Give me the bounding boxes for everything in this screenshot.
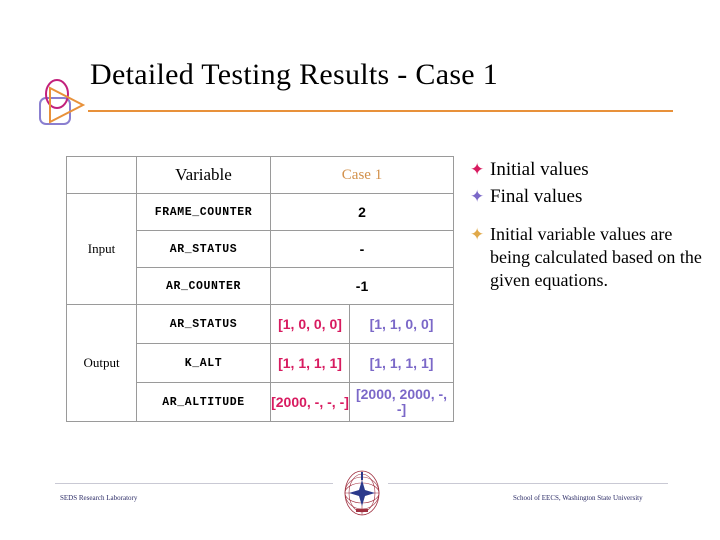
footer-divider-left — [55, 483, 333, 484]
variable-name: AR_STATUS — [136, 304, 271, 344]
variable-name: FRAME_COUNTER — [136, 193, 271, 231]
final-value: [1, 1, 0, 0] — [348, 304, 455, 344]
list-item: ✦ Final values — [470, 185, 705, 210]
variable-name: AR_STATUS — [136, 230, 271, 268]
variable-value: 2 — [269, 193, 455, 231]
final-value: [1, 1, 1, 1] — [348, 343, 455, 383]
title-divider — [88, 110, 673, 112]
footer-right-text: School of EECS, Washington State Univers… — [513, 494, 643, 502]
header-case: Case 1 — [269, 156, 455, 194]
legend-label: Initial values — [490, 159, 589, 180]
testing-results-table: Variable Case 1 Input FRAME_COUNTER 2 AR… — [66, 156, 455, 422]
diamond-cluster-icon: ✦ — [470, 186, 485, 207]
header-variable: Variable — [136, 156, 271, 194]
initial-value: [2000, -, -, -] — [270, 382, 350, 422]
legend-label: Initial variable values are being calcul… — [490, 224, 702, 291]
table-row: Input FRAME_COUNTER 2 — [66, 193, 455, 305]
list-item: ✦ Initial variable values are being calc… — [470, 223, 705, 292]
wsu-seal-icon — [339, 468, 385, 518]
table-row: Output AR_STATUS [1, 0, 0, 0] [1, 1, 0, … — [66, 304, 455, 422]
initial-value: [1, 1, 1, 1] — [270, 343, 350, 383]
slide-decoration-icon — [36, 76, 106, 132]
variable-value: - — [269, 230, 455, 268]
footer-divider-right — [388, 483, 668, 484]
list-item: ✦ Initial values — [470, 158, 705, 183]
final-value: [2000, 2000, -, -] — [348, 382, 455, 422]
initial-value: [1, 0, 0, 0] — [270, 304, 350, 344]
footer-left-text: SEDS Research Laboratory — [60, 494, 138, 502]
diamond-cluster-icon: ✦ — [470, 225, 485, 246]
diamond-cluster-icon: ✦ — [470, 160, 485, 180]
section-label-output: Output — [66, 304, 137, 422]
variable-name: K_ALT — [136, 343, 271, 383]
table-header-row: Variable Case 1 — [66, 156, 455, 194]
variable-name: AR_COUNTER — [136, 267, 271, 305]
page-title: Detailed Testing Results - Case 1 — [90, 58, 499, 91]
section-label-input: Input — [66, 193, 137, 305]
legend-label: Final values — [490, 185, 583, 207]
variable-value: -1 — [269, 267, 455, 305]
variable-name: AR_ALTITUDE — [136, 382, 271, 422]
header-corner-cell — [66, 156, 137, 194]
legend-list: ✦ Initial values ✦ Final values ✦ Initia… — [470, 158, 705, 294]
